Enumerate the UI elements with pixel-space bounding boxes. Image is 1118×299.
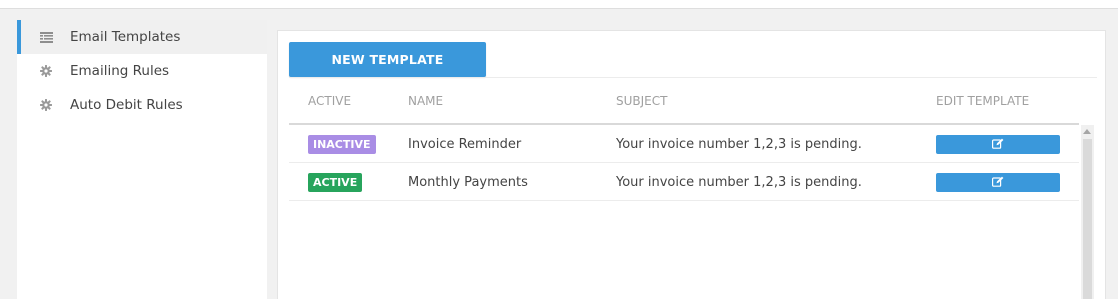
status-badge: INACTIVE [308, 134, 376, 154]
template-subject: Your invoice number 1,2,3 is pending. [616, 174, 862, 190]
template-subject: Your invoice number 1,2,3 is pending. [616, 136, 862, 152]
sidebar-item-emailing-rules[interactable]: Emailing Rules [17, 54, 267, 88]
templates-panel: NEW TEMPLATE ACTIVE NAME SUBJECT EDIT TE… [277, 30, 1106, 299]
edit-cell [936, 125, 1060, 163]
template-name: Monthly Payments [408, 174, 528, 190]
template-name: Invoice Reminder [408, 136, 522, 152]
sidebar-item-label: Emailing Rules [70, 63, 170, 79]
edit-icon [992, 137, 1004, 152]
gear-icon [39, 64, 53, 78]
table-scrollbar[interactable] [1081, 125, 1094, 299]
edit-icon [992, 175, 1004, 190]
sidebar-item-email-templates[interactable]: Email Templates [17, 20, 267, 54]
table-row: ACTIVE Monthly Payments Your invoice num… [289, 163, 1079, 201]
edit-template-button[interactable] [936, 134, 1060, 154]
table-row: INACTIVE Invoice Reminder Your invoice n… [289, 125, 1079, 163]
list-icon [39, 30, 53, 44]
column-header-name[interactable]: NAME [408, 94, 443, 108]
gear-icon [39, 98, 53, 112]
divider [289, 77, 1097, 78]
status-cell: ACTIVE [308, 163, 363, 201]
new-template-button[interactable]: NEW TEMPLATE [289, 42, 486, 77]
top-strip [0, 0, 1118, 9]
status-badge: ACTIVE [308, 172, 363, 192]
table-header: ACTIVE NAME SUBJECT EDIT TEMPLATE [289, 91, 1097, 111]
column-header-active[interactable]: ACTIVE [308, 94, 351, 108]
sidebar-item-label: Auto Debit Rules [70, 97, 183, 113]
column-header-edit-template[interactable]: EDIT TEMPLATE [936, 94, 1029, 108]
status-cell: INACTIVE [308, 125, 376, 163]
edit-cell [936, 163, 1060, 201]
scroll-up-arrow-icon[interactable] [1083, 129, 1091, 134]
settings-sidebar: Email Templates Emailing Rules Auto Debi… [17, 20, 267, 299]
sidebar-item-auto-debit-rules[interactable]: Auto Debit Rules [17, 88, 267, 122]
sidebar-item-label: Email Templates [70, 29, 181, 45]
edit-template-button[interactable] [936, 172, 1060, 192]
scroll-thumb[interactable] [1083, 139, 1092, 299]
column-header-subject[interactable]: SUBJECT [616, 94, 667, 108]
